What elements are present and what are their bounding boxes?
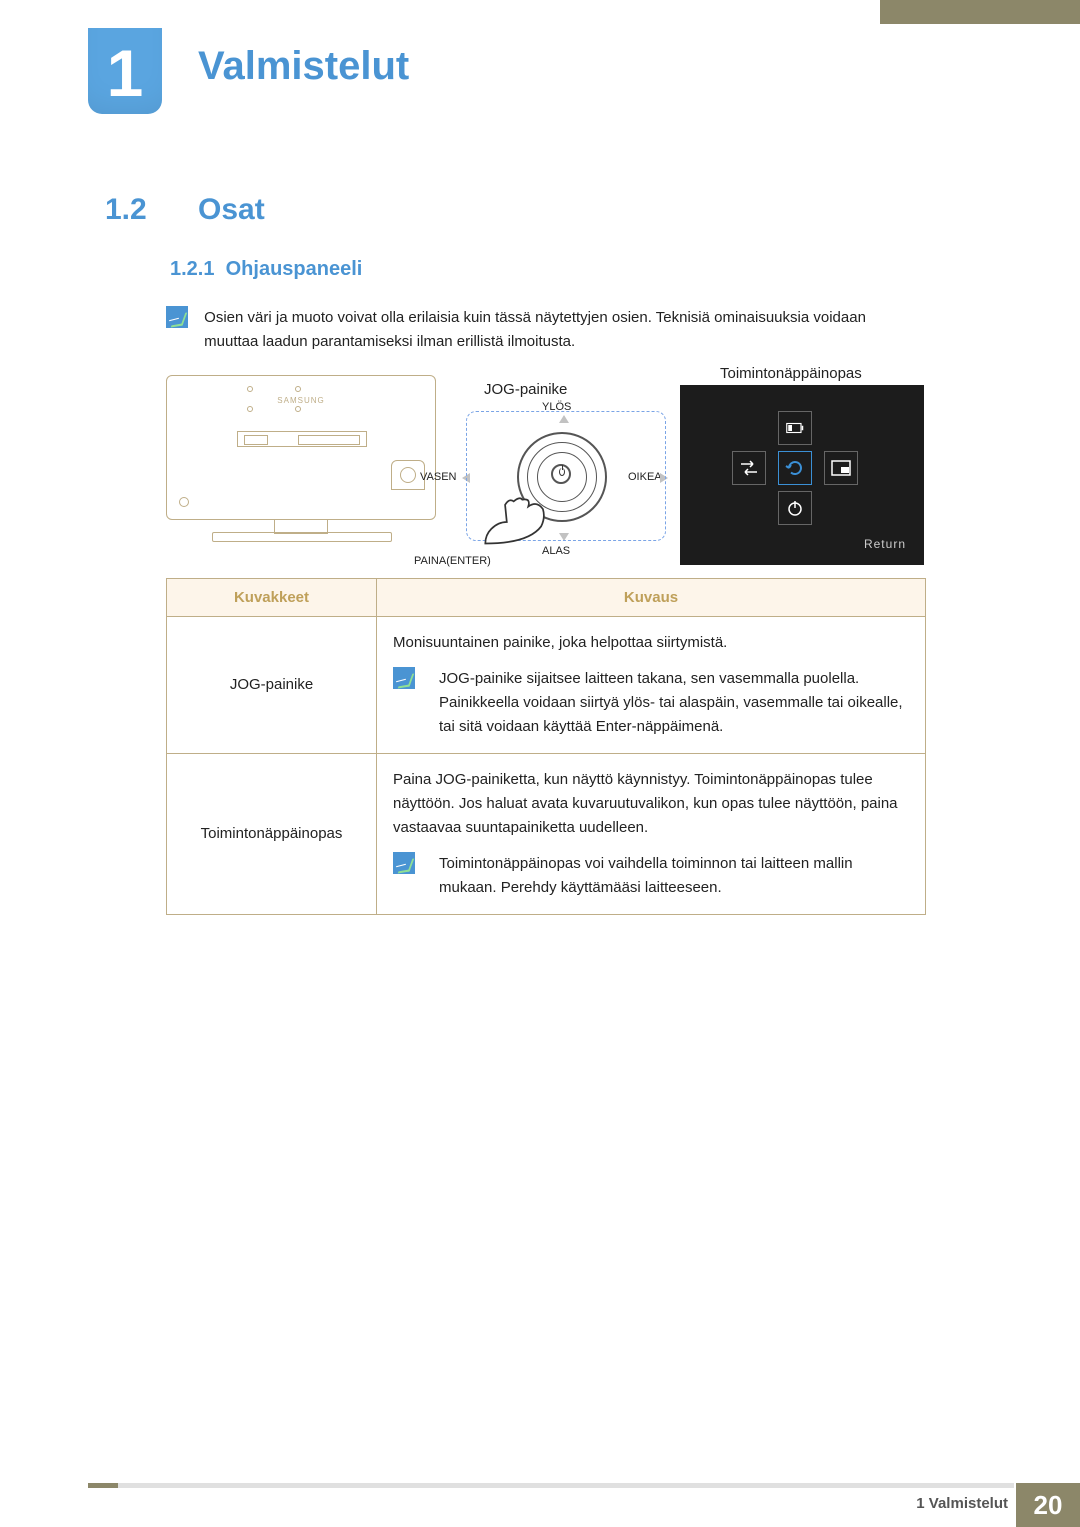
stand-base — [212, 532, 392, 542]
power-icon — [559, 468, 565, 476]
section-title: Osat — [198, 193, 265, 227]
subsection-number: 1.2.1 — [170, 258, 214, 280]
table-header-icons: Kuvakkeet — [167, 579, 377, 617]
return-label: Return — [864, 537, 906, 551]
row-note: Toimintonäppäinopas voi vaihdella toimin… — [439, 852, 909, 900]
page-footer: 1 Valmistelut 20 — [0, 1483, 1080, 1527]
jog-button-illustration — [466, 411, 666, 541]
subsection-title: Ohjauspaneeli — [226, 258, 363, 280]
note-text: Osien väri ja muoto voivat olla erilaisi… — [204, 306, 914, 354]
ports-illustration — [237, 431, 367, 447]
control-panel-diagram: SAMSUNG JOG-painike YLÖS ALAS VASEN OIKE… — [166, 365, 926, 565]
jog-enter-label: PAINA(ENTER) — [414, 555, 491, 567]
top-accent-bar — [880, 0, 1080, 24]
table-row: JOG-painike Monisuuntainen painike, joka… — [167, 617, 926, 754]
note-icon — [393, 667, 415, 689]
jog-left-label: VASEN — [420, 471, 456, 483]
page-number: 20 — [1016, 1483, 1080, 1527]
battery-icon — [778, 411, 812, 445]
row-name: JOG-painike — [167, 617, 377, 754]
table-row: Toimintonäppäinopas Paina JOG-painiketta… — [167, 754, 926, 915]
row-desc-cell: Paina JOG-painiketta, kun näyttö käynnis… — [377, 754, 926, 915]
function-key-guide-panel: Return — [680, 385, 924, 565]
brand-label: SAMSUNG — [167, 396, 435, 405]
row-description: Paina JOG-painiketta, kun näyttö käynnis… — [393, 768, 909, 840]
icons-description-table: Kuvakkeet Kuvaus JOG-painike Monisuuntai… — [166, 578, 926, 915]
chapter-number-tab: 1 — [88, 28, 162, 114]
led-indicator — [179, 497, 189, 507]
pip-icon — [824, 451, 858, 485]
hand-icon — [481, 494, 567, 550]
power-icon — [778, 491, 812, 525]
note-icon — [393, 852, 415, 874]
section-number: 1.2 — [105, 193, 147, 227]
note-icon — [166, 306, 188, 328]
subsection-heading: 1.2.1 Ohjauspaneeli — [170, 258, 362, 281]
row-note: JOG-painike sijaitsee laitteen takana, s… — [439, 667, 909, 739]
function-key-guide-label: Toimintonäppäinopas — [720, 365, 862, 382]
footer-rule-accent — [88, 1483, 118, 1488]
table-header-description: Kuvaus — [377, 579, 926, 617]
footer-rule — [88, 1483, 1014, 1488]
chapter-title: Valmistelut — [198, 44, 409, 89]
row-desc-cell: Monisuuntainen painike, joka helpottaa s… — [377, 617, 926, 754]
row-description: Monisuuntainen painike, joka helpottaa s… — [393, 631, 909, 655]
monitor-back-illustration: SAMSUNG — [166, 375, 436, 520]
source-icon — [732, 451, 766, 485]
jog-button-label: JOG-painike — [484, 381, 567, 398]
refresh-icon — [778, 451, 812, 485]
row-name: Toimintonäppäinopas — [167, 754, 377, 915]
footer-chapter-label: 1 Valmistelut — [916, 1495, 1008, 1512]
note-block: Osien väri ja muoto voivat olla erilaisi… — [166, 306, 926, 354]
